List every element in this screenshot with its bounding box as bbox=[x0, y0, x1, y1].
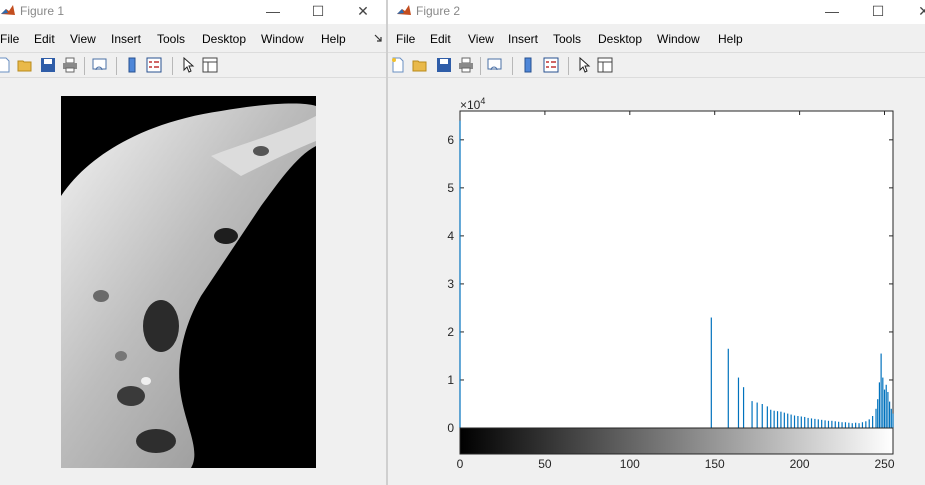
figure-2-window: Figure 2 — ☐ ✕ File Edit View Insert Too… bbox=[388, 0, 925, 485]
close-button[interactable]: ✕ bbox=[352, 2, 374, 20]
menu-edit[interactable]: Edit bbox=[34, 32, 55, 46]
figure-toolbar bbox=[0, 52, 387, 78]
crater bbox=[136, 429, 176, 453]
menu-insert[interactable]: Insert bbox=[111, 32, 141, 46]
toolbar-separator bbox=[84, 57, 85, 75]
x-tick-label: 250 bbox=[874, 457, 894, 471]
y-tick-label: 3 bbox=[447, 277, 454, 291]
link-plot-icon[interactable] bbox=[487, 57, 503, 73]
menu-file[interactable]: File bbox=[0, 32, 19, 46]
print-icon[interactable] bbox=[458, 57, 474, 73]
matlab-icon bbox=[1, 5, 15, 15]
y-tick-label: 6 bbox=[447, 133, 454, 147]
maximize-button[interactable]: ☐ bbox=[307, 2, 329, 20]
insert-colorbar-icon[interactable] bbox=[124, 57, 140, 73]
menu-bar: File Edit View Insert Tools Desktop Wind… bbox=[388, 28, 925, 48]
link-plot-icon[interactable] bbox=[92, 57, 108, 73]
x-tick-label: 100 bbox=[620, 457, 640, 471]
print-icon[interactable] bbox=[62, 57, 78, 73]
minimize-button[interactable]: — bbox=[821, 2, 843, 20]
edit-plot-arrow-icon[interactable] bbox=[576, 57, 592, 73]
menu-view[interactable]: View bbox=[468, 32, 494, 46]
y-tick-label: 2 bbox=[447, 325, 454, 339]
menu-help[interactable]: Help bbox=[321, 32, 346, 46]
gray-colorbar bbox=[459, 427, 894, 455]
menu-tools[interactable]: Tools bbox=[157, 32, 185, 46]
figure-toolbar bbox=[388, 52, 925, 78]
insert-legend-icon[interactable] bbox=[146, 57, 162, 73]
menu-bar: File Edit View Insert Tools Desktop Wind… bbox=[0, 28, 387, 48]
menu-edit[interactable]: Edit bbox=[430, 32, 451, 46]
menu-window[interactable]: Window bbox=[657, 32, 700, 46]
save-icon[interactable] bbox=[40, 57, 56, 73]
window-title: Figure 2 bbox=[416, 4, 461, 18]
y-tick-label: 1 bbox=[447, 373, 454, 387]
y-tick-label: 4 bbox=[447, 229, 454, 243]
minimize-button[interactable]: — bbox=[262, 2, 284, 20]
menu-help[interactable]: Help bbox=[718, 32, 743, 46]
close-button[interactable]: ✕ bbox=[913, 2, 925, 20]
toolbar-separator bbox=[568, 57, 569, 75]
menu-tools[interactable]: Tools bbox=[553, 32, 581, 46]
title-bar[interactable]: Figure 1 — ☐ ✕ bbox=[0, 0, 387, 24]
toolbar-separator bbox=[172, 57, 173, 75]
x-tick-label: 50 bbox=[538, 457, 552, 471]
histogram-chart[interactable]: 0 50 100 150 200 250 0 1 2 3 4 5 6 ×104 bbox=[388, 78, 925, 485]
crater bbox=[93, 290, 109, 302]
matlab-icon bbox=[397, 5, 411, 15]
title-bar[interactable]: Figure 2 — ☐ ✕ bbox=[388, 0, 925, 24]
crater bbox=[253, 146, 269, 156]
new-figure-icon[interactable] bbox=[390, 57, 406, 73]
plot-area bbox=[459, 110, 894, 431]
x-tick-label: 150 bbox=[705, 457, 725, 471]
open-file-icon[interactable] bbox=[17, 57, 33, 73]
figure-canvas bbox=[0, 78, 387, 485]
insert-colorbar-icon[interactable] bbox=[520, 57, 536, 73]
x-tick-label: 200 bbox=[790, 457, 810, 471]
toolbar-separator bbox=[116, 57, 117, 75]
new-figure-icon[interactable] bbox=[0, 57, 12, 73]
property-inspector-icon[interactable] bbox=[597, 57, 613, 73]
open-file-icon[interactable] bbox=[412, 57, 428, 73]
edit-plot-arrow-icon[interactable] bbox=[180, 57, 196, 73]
insert-legend-icon[interactable] bbox=[543, 57, 559, 73]
toolbar-separator bbox=[480, 57, 481, 75]
dock-arrow-icon[interactable] bbox=[374, 34, 382, 42]
crater bbox=[117, 386, 145, 406]
axis-exponent-label: ×104 bbox=[460, 96, 485, 112]
y-tick-label: 0 bbox=[447, 421, 454, 435]
menu-file[interactable]: File bbox=[396, 32, 415, 46]
crater-rim bbox=[141, 377, 151, 385]
crater bbox=[214, 228, 238, 244]
menu-window[interactable]: Window bbox=[261, 32, 304, 46]
maximize-button[interactable]: ☐ bbox=[867, 2, 889, 20]
x-tick-label: 0 bbox=[457, 457, 464, 471]
toolbar-separator bbox=[512, 57, 513, 75]
y-tick-label: 5 bbox=[447, 181, 454, 195]
menu-desktop[interactable]: Desktop bbox=[202, 32, 246, 46]
window-title: Figure 1 bbox=[20, 4, 65, 18]
crater bbox=[115, 351, 127, 361]
property-inspector-icon[interactable] bbox=[202, 57, 218, 73]
menu-insert[interactable]: Insert bbox=[508, 32, 538, 46]
menu-desktop[interactable]: Desktop bbox=[598, 32, 642, 46]
image-axes[interactable] bbox=[61, 96, 316, 468]
figure-1-window: Figure 1 — ☐ ✕ File Edit View Insert Too… bbox=[0, 0, 387, 485]
save-icon[interactable] bbox=[436, 57, 452, 73]
menu-view[interactable]: View bbox=[70, 32, 96, 46]
crater bbox=[143, 300, 179, 352]
